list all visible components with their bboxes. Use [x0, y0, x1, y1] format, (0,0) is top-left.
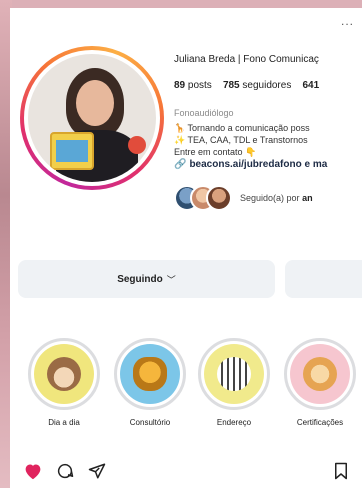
bookmark-icon[interactable] [330, 460, 352, 482]
highlight-label: Dia a dia [48, 418, 80, 427]
avatar-toy [128, 136, 146, 154]
profile-link[interactable]: 🔗 beacons.ai/jubredafono e ma [174, 159, 327, 170]
profile-bio: 🦒 Tornando a comunicação poss ✨ TEA, CAA… [174, 122, 310, 158]
message-button[interactable] [285, 260, 362, 298]
followed-by-names[interactable]: an [302, 193, 313, 203]
highlight-label: Consultório [129, 418, 171, 427]
story-ring[interactable] [20, 46, 164, 190]
zebra-icon [217, 357, 251, 391]
following-count[interactable]: 641 [302, 80, 319, 91]
followers-count[interactable]: 785 [223, 80, 240, 91]
posts-label: posts [187, 80, 212, 91]
profile-link-text[interactable]: beacons.ai/jubredafono e ma [189, 159, 327, 170]
monkey-icon [47, 357, 81, 391]
highlight-label: Certificações [296, 418, 344, 427]
bio-line: ✨ TEA, CAA, TDL e Transtornos [174, 135, 308, 145]
lion-icon [303, 357, 337, 391]
heart-icon[interactable] [22, 460, 44, 482]
avatar-board-screen [56, 140, 88, 162]
highlight-item[interactable]: Endereço [198, 338, 270, 427]
link-icon: 🔗 [174, 159, 187, 170]
bio-line: 🦒 Tornando a comunicação poss [174, 123, 310, 133]
posts-count: 89 [174, 80, 186, 91]
highlight-cover [34, 344, 94, 404]
highlight-ring [284, 338, 356, 410]
followers-label[interactable]: seguidores [242, 80, 291, 91]
highlight-item[interactable]: Certificações [284, 338, 356, 427]
highlight-item[interactable]: Consultório [114, 338, 186, 427]
followed-by-text[interactable]: Seguido(a) por an [240, 193, 313, 203]
followed-by-prefix: Seguido(a) por [240, 193, 300, 203]
chevron-down-icon: ﹀ [166, 274, 176, 285]
bio-line: Entre em contato 👇 [174, 147, 257, 157]
more-options-button[interactable]: ... [341, 14, 354, 28]
highlight-cover [290, 344, 350, 404]
follower-avatar [206, 185, 232, 211]
avatar-gap [24, 50, 160, 186]
avatar [28, 54, 156, 182]
profile-card: ... Juliana Breda | Fono Comunicaç 89 po… [10, 8, 362, 488]
highlight-ring [198, 338, 270, 410]
profile-category: Fonoaudiólogo [174, 108, 234, 118]
share-icon[interactable] [86, 460, 108, 482]
giraffe-icon [133, 357, 167, 391]
comment-icon[interactable] [54, 460, 76, 482]
avatar-board [50, 132, 94, 170]
highlight-cover [204, 344, 264, 404]
profile-stats: 89 posts 785 seguidores 641 [174, 80, 319, 91]
avatar-face [76, 80, 114, 126]
following-button[interactable]: Seguindo ﹀ [18, 260, 275, 298]
following-button-label: Seguindo [117, 273, 163, 285]
story-highlights: Dia a dia Consultório Endereço Certifica… [10, 338, 362, 448]
highlight-item[interactable]: Dia a dia [28, 338, 100, 427]
post-action-bar [10, 454, 362, 488]
profile-name: Juliana Breda | Fono Comunicaç [174, 54, 319, 65]
highlight-ring [114, 338, 186, 410]
highlight-ring [28, 338, 100, 410]
highlight-label: Endereço [216, 418, 252, 427]
background-top [0, 0, 362, 8]
highlight-cover [120, 344, 180, 404]
